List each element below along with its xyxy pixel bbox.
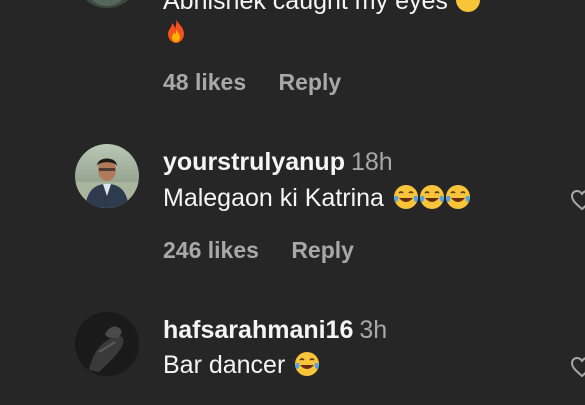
comment-text: Bar dancer xyxy=(163,350,320,380)
face-with-tears-of-joy-emoji xyxy=(445,184,471,210)
avatar-image xyxy=(75,144,139,208)
avatar[interactable] xyxy=(75,144,139,208)
grin-emoji xyxy=(455,0,481,13)
comment-meta: 48 likes Reply xyxy=(163,69,341,96)
comment-body: Abhishek caught my eyes xyxy=(163,0,448,15)
face-with-tears-of-joy-emoji xyxy=(393,184,419,210)
face-with-tears-of-joy-emoji xyxy=(419,184,445,210)
comment-text: Abhishek caught my eyes xyxy=(163,0,481,16)
face-with-tears-of-joy-emoji xyxy=(294,351,320,377)
comment-meta: 246 likes Reply xyxy=(163,237,354,264)
timestamp: 3h xyxy=(359,316,388,344)
comment-emoji-line xyxy=(163,17,189,47)
comment-body: Bar dancer xyxy=(163,351,286,379)
reply-button[interactable]: Reply xyxy=(291,237,354,263)
comments-panel: Abhishek caught my eyes 48 likes Reply y… xyxy=(0,0,585,405)
timestamp: 18h xyxy=(350,148,393,176)
heart-icon[interactable] xyxy=(570,355,585,379)
comment-text: Malegaon ki Katrina xyxy=(163,183,471,213)
comment-header: yourstrulyanup 18h xyxy=(163,147,393,177)
fire-emoji xyxy=(163,18,189,44)
avatar-image xyxy=(75,312,139,376)
avatar[interactable] xyxy=(75,0,139,8)
heart-icon[interactable] xyxy=(570,188,585,212)
comment-body: Malegaon ki Katrina xyxy=(163,184,384,212)
comment-header: hafsarahmani16 3h xyxy=(163,315,387,345)
avatar-image xyxy=(75,0,139,8)
likes-count[interactable]: 246 likes xyxy=(163,237,259,263)
avatar[interactable] xyxy=(75,312,139,376)
username[interactable]: yourstrulyanup xyxy=(163,148,345,176)
likes-count[interactable]: 48 likes xyxy=(163,69,246,95)
username[interactable]: hafsarahmani16 xyxy=(163,316,353,344)
reply-button[interactable]: Reply xyxy=(279,69,342,95)
